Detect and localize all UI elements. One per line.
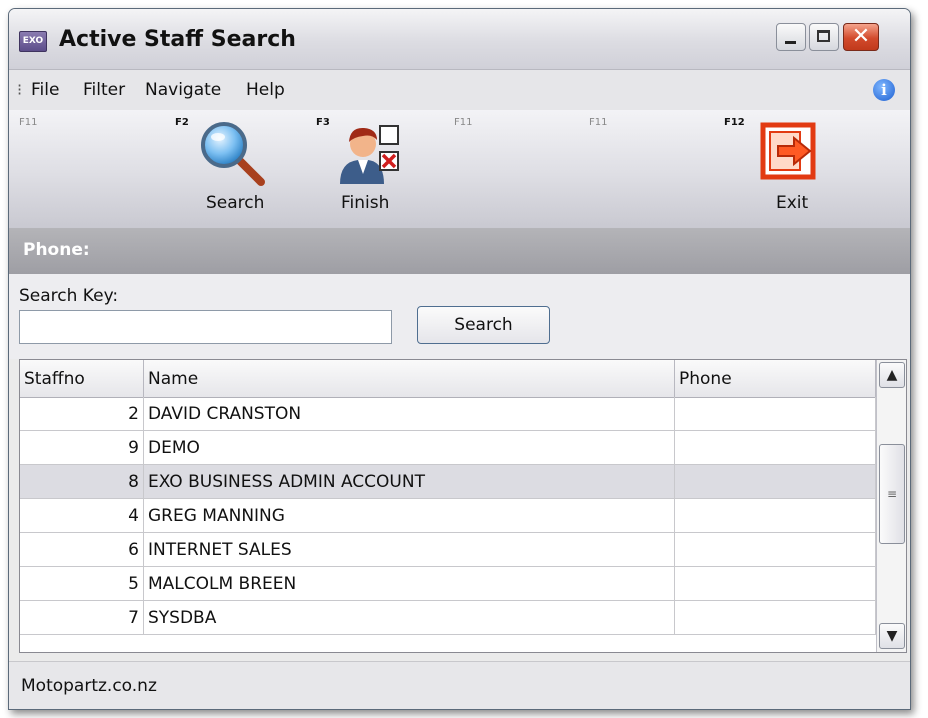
cell-staffno: 5 <box>20 567 144 600</box>
toolbar-exit-button[interactable]: F12 Exit <box>724 110 864 227</box>
cell-name: MALCOLM BREEN <box>144 567 675 600</box>
section-header-label: Phone: <box>23 240 90 260</box>
exit-tool-label: Exit <box>776 193 809 213</box>
info-icon[interactable]: i <box>873 79 895 101</box>
menu-filter[interactable]: Filter <box>83 80 125 100</box>
table-header: Staffno Name Phone <box>20 360 876 398</box>
section-header: Phone: <box>9 228 910 274</box>
cell-name: SYSDBA <box>144 601 675 634</box>
magnifier-icon <box>201 122 265 186</box>
cell-name: EXO BUSINESS ADMIN ACCOUNT <box>144 465 675 498</box>
cell-name: GREG MANNING <box>144 499 675 532</box>
cell-phone <box>675 601 876 634</box>
cell-name: DAVID CRANSTON <box>144 397 675 430</box>
maximize-button[interactable] <box>809 23 839 51</box>
chevron-down-icon: ▼ <box>886 628 898 644</box>
staff-table: Staffno Name Phone 2 DAVID CRANSTON 9 DE… <box>19 359 907 653</box>
fkey-label: F3 <box>316 117 330 128</box>
fkey-label: F11 <box>19 117 38 128</box>
vertical-scrollbar[interactable]: ▲ ≡ ▼ <box>876 360 906 652</box>
search-panel: Search Key: Search <box>9 274 910 359</box>
menu-file[interactable]: File <box>31 80 59 100</box>
fkey-label: F2 <box>175 117 189 128</box>
cell-staffno: 9 <box>20 431 144 464</box>
close-icon: ✕ <box>851 24 871 49</box>
toolbar-slot-f11-3: F11 <box>589 110 719 227</box>
exit-door-icon <box>760 122 816 180</box>
toolbar-finish-button[interactable]: F3 Finish <box>304 110 444 227</box>
menu-grip-icon: ⁝ <box>17 80 23 99</box>
cell-phone <box>675 499 876 532</box>
search-key-input[interactable] <box>19 310 392 344</box>
cell-staffno: 7 <box>20 601 144 634</box>
user-finish-icon <box>340 125 399 184</box>
search-key-label: Search Key: <box>19 286 119 306</box>
table-row[interactable]: 5 MALCOLM BREEN <box>20 567 876 601</box>
cell-phone <box>675 397 876 430</box>
toolbar-slot-f11-1: F11 <box>9 110 149 227</box>
cell-staffno: 4 <box>20 499 144 532</box>
scroll-down-button[interactable]: ▼ <box>879 623 905 649</box>
cell-phone <box>675 567 876 600</box>
table-row[interactable]: 6 INTERNET SALES <box>20 533 876 567</box>
minimize-button[interactable] <box>776 23 806 51</box>
cell-name: INTERNET SALES <box>144 533 675 566</box>
fkey-label: F11 <box>454 117 473 128</box>
table-row-selected[interactable]: 8 EXO BUSINESS ADMIN ACCOUNT <box>20 465 876 499</box>
menu-bar: ⁝ File Filter Navigate Help i <box>9 70 910 110</box>
search-button[interactable]: Search <box>417 306 550 344</box>
table-row[interactable]: 7 SYSDBA <box>20 601 876 635</box>
fkey-label: F12 <box>724 117 745 128</box>
column-header-phone[interactable]: Phone <box>675 360 876 397</box>
search-tool-label: Search <box>206 193 265 213</box>
cell-staffno: 6 <box>20 533 144 566</box>
cell-phone <box>675 431 876 464</box>
toolbar-search-button[interactable]: F2 Search <box>159 110 299 227</box>
cell-staffno: 2 <box>20 397 144 430</box>
table-row[interactable]: 2 DAVID CRANSTON <box>20 397 876 431</box>
fkey-label: F11 <box>589 117 608 128</box>
grip-lines-icon: ≡ <box>886 487 898 501</box>
status-bar: Motopartz.co.nz <box>9 661 910 709</box>
minimize-icon <box>785 41 796 44</box>
status-text: Motopartz.co.nz <box>21 676 157 696</box>
menu-help[interactable]: Help <box>246 80 285 100</box>
close-button[interactable]: ✕ <box>843 23 879 51</box>
table-row[interactable]: 4 GREG MANNING <box>20 499 876 533</box>
cell-staffno: 8 <box>20 465 144 498</box>
toolbar-slot-f11-2: F11 <box>449 110 589 227</box>
toolbar: F11 F2 Search F3 Finish F11 F11 F12 Exit <box>9 110 910 229</box>
app-icon: EXO <box>19 31 47 52</box>
finish-tool-label: Finish <box>341 193 390 213</box>
cell-phone <box>675 465 876 498</box>
active-staff-search-window: EXO Active Staff Search ✕ ⁝ File Filter … <box>8 8 911 710</box>
title-bar[interactable]: EXO Active Staff Search ✕ <box>9 9 910 70</box>
scroll-thumb[interactable]: ≡ <box>879 444 905 544</box>
window-title: Active Staff Search <box>59 27 296 52</box>
scroll-up-button[interactable]: ▲ <box>879 362 905 388</box>
chevron-up-icon: ▲ <box>886 367 898 383</box>
column-header-staffno[interactable]: Staffno <box>20 360 144 397</box>
cell-name: DEMO <box>144 431 675 464</box>
maximize-icon <box>817 30 830 42</box>
table-row[interactable]: 9 DEMO <box>20 431 876 465</box>
cell-phone <box>675 533 876 566</box>
column-header-name[interactable]: Name <box>144 360 675 397</box>
menu-navigate[interactable]: Navigate <box>145 80 221 100</box>
